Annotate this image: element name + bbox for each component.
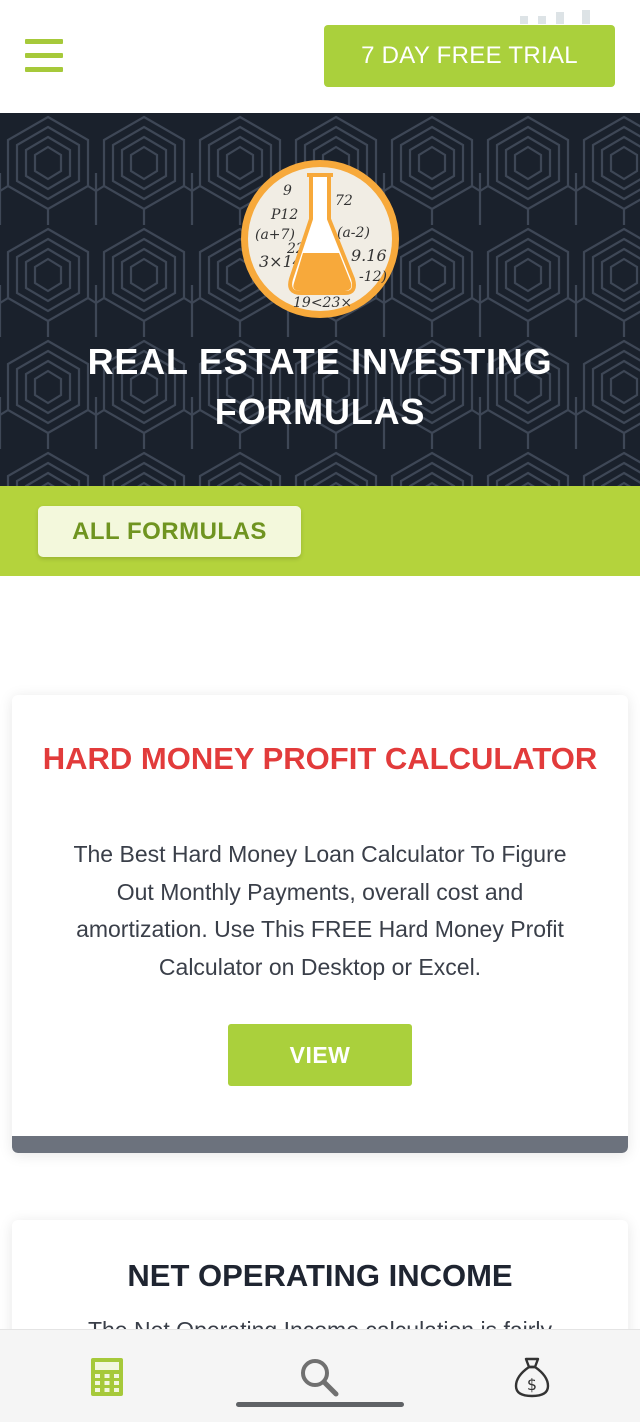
hero-banner: 9 P12 (a+7) 3×14 22 72 (a-2) 9.16 -12) 1… [0, 113, 640, 486]
hamburger-menu-icon[interactable] [25, 39, 63, 73]
svg-text:9: 9 [283, 183, 292, 199]
free-trial-button[interactable]: 7 DAY FREE TRIAL [324, 25, 615, 87]
money-bag-icon[interactable]: $ [512, 1355, 552, 1399]
svg-text:-12): -12) [359, 269, 387, 285]
bottom-navigation: $ [0, 1329, 640, 1422]
status-bar-icons [520, 10, 600, 24]
calculator-icon[interactable] [87, 1355, 127, 1399]
view-button[interactable]: VIEW [228, 1024, 412, 1086]
formula-card: HARD MONEY PROFIT CALCULATOR The Best Ha… [12, 695, 628, 1153]
filter-bar: ALL FORMULAS [0, 486, 640, 576]
card-description: The Best Hard Money Loan Calculator To F… [73, 841, 567, 980]
top-header: 7 DAY FREE TRIAL [0, 0, 640, 113]
card-title[interactable]: HARD MONEY PROFIT CALCULATOR [32, 737, 608, 780]
page-title: REAL ESTATE INVESTING FORMULAS [87, 341, 553, 432]
search-icon[interactable] [299, 1355, 339, 1399]
svg-text:(a-2): (a-2) [337, 225, 370, 241]
svg-text:19<23×: 19<23× [293, 295, 352, 311]
card-title[interactable]: NET OPERATING INCOME [32, 1254, 608, 1297]
all-formulas-button[interactable]: ALL FORMULAS [38, 506, 301, 557]
svg-text:$: $ [527, 1375, 537, 1394]
home-indicator [236, 1402, 404, 1407]
svg-text:9.16: 9.16 [351, 246, 387, 265]
svg-text:72: 72 [335, 193, 353, 209]
formula-flask-logo: 9 P12 (a+7) 3×14 22 72 (a-2) 9.16 -12) 1… [241, 160, 399, 318]
svg-text:P12: P12 [270, 207, 298, 223]
card-footer-bar [12, 1136, 628, 1153]
